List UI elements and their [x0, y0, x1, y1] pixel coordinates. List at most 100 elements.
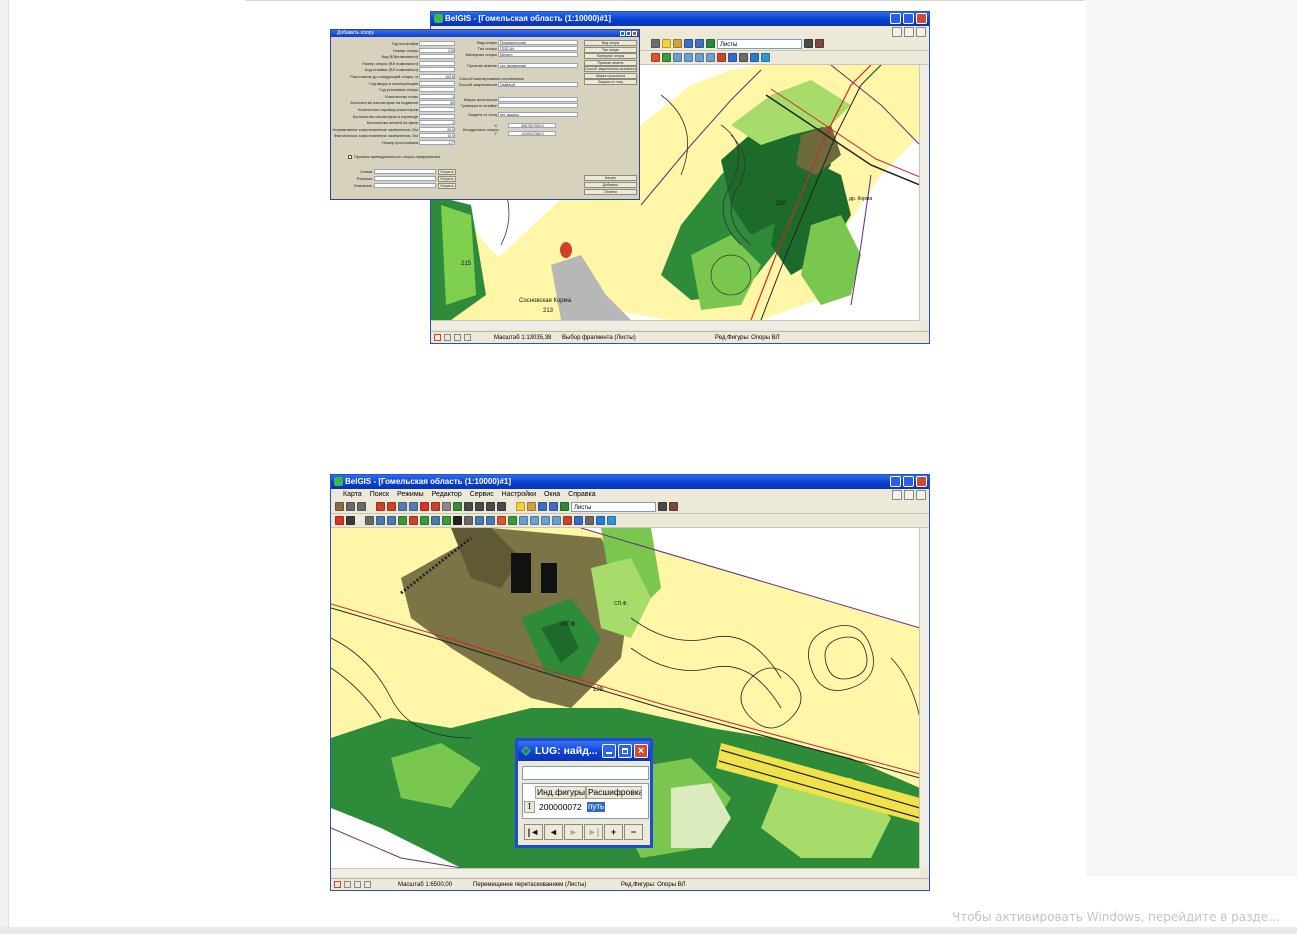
dialog-field-input[interactable]: 19.0: [419, 133, 455, 139]
window-split-icon[interactable]: [761, 53, 770, 62]
dialog-open-button[interactable]: Открыть: [438, 176, 456, 182]
dialog-side-button[interactable]: Защита от птиц: [584, 79, 637, 85]
layer-add-icon[interactable]: [695, 39, 704, 48]
dialog-coordinate-input[interactable]: 5557837583.0: [508, 123, 556, 128]
vertical-scrollbar[interactable]: [919, 65, 929, 320]
dialog-file-input[interactable]: [374, 169, 436, 174]
tree-icon[interactable]: [365, 516, 374, 525]
disk-icon[interactable]: [346, 516, 355, 525]
cross-icon[interactable]: [497, 516, 506, 525]
dialog-action-button[interactable]: Добавить: [584, 182, 637, 188]
menu-okna[interactable]: Окна: [544, 491, 560, 498]
refresh-icon[interactable]: [658, 502, 667, 511]
circle-icon[interactable]: [409, 516, 418, 525]
grid-icon[interactable]: [585, 516, 594, 525]
zoom-rect-icon[interactable]: [387, 502, 396, 511]
window-split-icon[interactable]: [607, 516, 616, 525]
dialog-field-input[interactable]: [419, 87, 455, 93]
lasso-icon[interactable]: [444, 334, 451, 341]
binoculars-icon[interactable]: [651, 39, 660, 48]
cross-icon[interactable]: [651, 53, 660, 62]
rotate-point-icon[interactable]: [706, 53, 715, 62]
dialog-minimize-button[interactable]: [620, 31, 625, 36]
menu-redaktor[interactable]: Редактор: [432, 491, 462, 498]
bulb-icon[interactable]: [662, 39, 671, 48]
dialog-select[interactable]: Свайный: [498, 82, 578, 87]
nav-last-button[interactable]: ►|: [584, 824, 603, 840]
lug-title-bar[interactable]: LUG: найд... ×: [518, 741, 650, 761]
refresh-map-icon[interactable]: [453, 502, 462, 511]
column-header-figure-id[interactable]: Инд.фигуры: [535, 786, 586, 799]
printer-icon[interactable]: [346, 502, 355, 511]
mdi-close-button[interactable]: [916, 490, 926, 500]
dialog-field-input[interactable]: [419, 67, 455, 73]
table-icon[interactable]: [376, 516, 385, 525]
dialog-field-input[interactable]: [419, 80, 455, 86]
graph-icon[interactable]: [387, 516, 396, 525]
copy-icon[interactable]: [475, 516, 484, 525]
nav-next-button[interactable]: ►: [564, 824, 583, 840]
column-header-decode[interactable]: Расшифровка: [586, 786, 642, 799]
dialog-select[interactable]: лес (древесная): [498, 63, 578, 68]
menu-nastroyki[interactable]: Настройки: [502, 491, 536, 498]
pin-icon[interactable]: [431, 502, 440, 511]
horizontal-scrollbar[interactable]: [431, 320, 919, 329]
grid-icon[interactable]: [739, 53, 748, 62]
dialog-select[interactable]: [498, 97, 578, 102]
tool-red-icon[interactable]: [563, 516, 572, 525]
select-point-icon[interactable]: [684, 53, 693, 62]
dialog-side-button[interactable]: Марка грозотроса: [584, 72, 637, 79]
dialog-field-input[interactable]: 102.6: [419, 74, 455, 79]
dialog-field-input[interactable]: 30: [419, 100, 455, 106]
layer-add-icon[interactable]: [549, 502, 558, 511]
sheets-combo[interactable]: Листы: [717, 38, 802, 49]
monitor-icon[interactable]: [574, 516, 583, 525]
layers-icon[interactable]: [538, 502, 547, 511]
pencil-icon[interactable]: [334, 881, 341, 888]
point-icon[interactable]: [519, 516, 528, 525]
binoculars-icon[interactable]: [464, 502, 473, 511]
monitor-icon[interactable]: [728, 53, 737, 62]
dialog-side-button[interactable]: Способ закрепления заземления: [584, 66, 637, 72]
dialog-field-input[interactable]: [419, 41, 455, 46]
save-icon[interactable]: [357, 502, 366, 511]
nav-prev-button[interactable]: ◄: [544, 824, 563, 840]
text-icon[interactable]: [453, 516, 462, 525]
dialog-field-input[interactable]: [419, 113, 455, 119]
tool-red-icon[interactable]: [717, 53, 726, 62]
layer-edit-icon[interactable]: [706, 39, 715, 48]
dialog-side-button[interactable]: Признак земель: [584, 59, 637, 66]
dialog-field-input[interactable]: 219: [419, 47, 455, 53]
find-next-icon[interactable]: [486, 502, 495, 511]
dialog-select[interactable]: П220-3Н: [498, 46, 578, 51]
dialog-select[interactable]: [498, 103, 578, 108]
cell-decode-selected[interactable]: путь: [587, 802, 606, 812]
print-icon[interactable]: [335, 502, 344, 511]
dialog-field-input[interactable]: 177: [419, 140, 455, 145]
move-point-icon[interactable]: [541, 516, 550, 525]
dialog-field-input[interactable]: [419, 54, 455, 60]
find-icon[interactable]: [475, 502, 484, 511]
pan-cross-icon[interactable]: [420, 502, 429, 511]
book-icon[interactable]: [815, 39, 824, 48]
dialog-side-button[interactable]: Вид опоры: [584, 40, 637, 46]
ring-icon[interactable]: [442, 516, 451, 525]
shape-icon[interactable]: [398, 516, 407, 525]
dialog-field-input[interactable]: [419, 60, 455, 66]
lug-close-button[interactable]: ×: [634, 744, 648, 758]
dialog-field-input[interactable]: 1: [419, 93, 455, 99]
menu-poisk[interactable]: Поиск: [370, 491, 389, 498]
move-point-icon[interactable]: [695, 53, 704, 62]
menu-rezhimy[interactable]: Режимы: [397, 491, 424, 498]
window-title-bar[interactable]: BelGIS - [Гомельская область (1:10000)#1…: [431, 12, 929, 26]
dialog-field-input[interactable]: 1: [419, 120, 455, 126]
rect-select-icon[interactable]: [364, 881, 371, 888]
dialog-side-button[interactable]: Материал опоры: [584, 53, 637, 59]
mdi-minimize-button[interactable]: [892, 490, 902, 500]
zoom-out-icon[interactable]: [409, 502, 418, 511]
check-icon[interactable]: [335, 516, 344, 525]
window-title-bar-bottom[interactable]: BelGIS - [Гомельская область (1:10000)#1…: [331, 475, 929, 489]
mdi-minimize-button[interactable]: [892, 27, 902, 37]
minimize-button[interactable]: [890, 13, 901, 24]
dialog-close-button[interactable]: [632, 31, 637, 36]
